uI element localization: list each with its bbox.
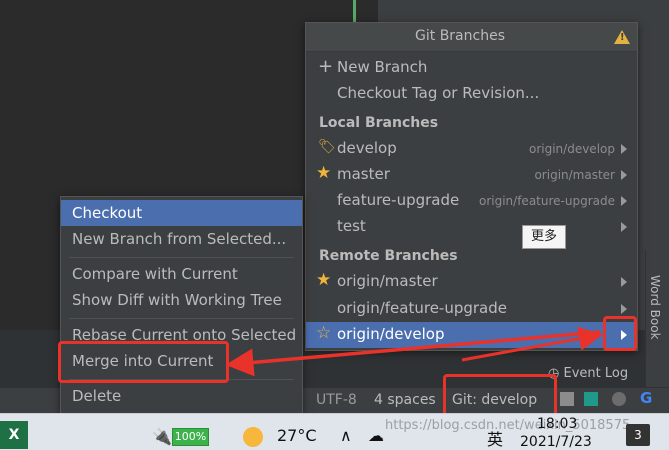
remote-branch-origin-master[interactable]: ★ origin/master	[306, 269, 637, 295]
local-branch-feature-upgrade[interactable]: feature-upgrade origin/feature-upgrade	[306, 188, 637, 214]
menu-item-label: Checkout	[72, 204, 143, 222]
submenu-arrow-icon	[621, 277, 627, 287]
popup-header: Git Branches !	[306, 23, 637, 52]
submenu-arrow-icon	[621, 196, 627, 206]
submenu-arrow-icon	[621, 170, 627, 180]
branch-name: feature-upgrade	[337, 191, 460, 209]
tracking-branch: origin/feature-upgrade	[479, 194, 615, 208]
star-icon: ★	[316, 163, 332, 183]
menu-item-label: Compare with Current	[72, 265, 238, 283]
popup-title: Git Branches	[415, 28, 505, 44]
google-icon[interactable]: G	[640, 389, 652, 407]
cloud-icon[interactable]: ☁	[368, 426, 384, 445]
menu-separator	[69, 318, 294, 319]
branch-name: origin/master	[337, 272, 438, 290]
excel-icon[interactable]: X	[0, 421, 28, 449]
menu-item-delete[interactable]: Delete	[61, 383, 302, 409]
inspector-icon[interactable]	[612, 392, 626, 406]
weather-sun-icon[interactable]	[243, 427, 263, 447]
menu-item-compare-with-current[interactable]: Compare with Current	[61, 261, 302, 287]
menu-item-label: Show Diff with Working Tree	[72, 291, 282, 309]
more-tooltip: 更多	[522, 225, 566, 249]
encoding-indicator[interactable]: UTF-8	[316, 392, 357, 408]
temperature-label[interactable]: 27°C	[277, 426, 317, 445]
star-icon: ★	[316, 270, 332, 290]
menu-item-new-branch-from-selected[interactable]: New Branch from Selected...	[61, 226, 302, 252]
annotation-box-arrow	[603, 316, 637, 351]
submenu-arrow-icon	[621, 144, 627, 154]
branch-name: origin/develop	[337, 325, 445, 343]
word-book-tool-button[interactable]: Word Book	[648, 275, 662, 340]
local-branch-develop[interactable]: 🏷 develop origin/develop	[306, 136, 637, 162]
remote-branches-header: Remote Branches	[319, 248, 458, 264]
clock-date[interactable]: 2021/7/23	[520, 434, 592, 450]
branch-name: test	[337, 217, 366, 235]
power-plug-icon: 🔌	[152, 427, 172, 446]
plus-icon: +	[318, 56, 334, 77]
menu-item-label: Delete	[72, 387, 122, 405]
event-log-label: Event Log	[563, 366, 629, 381]
menu-item-label: New Branch from Selected...	[72, 230, 287, 248]
local-branch-test[interactable]: test	[306, 214, 637, 240]
ime-indicator[interactable]: 英	[487, 426, 503, 450]
branch-name: develop	[337, 139, 397, 157]
new-branch-label: New Branch	[337, 58, 428, 76]
submenu-arrow-icon	[621, 304, 627, 314]
terminal-icon[interactable]	[584, 392, 598, 406]
blog-watermark: https://blog.csdn.net/weixin_5018575	[385, 418, 631, 433]
git-branches-popup: Git Branches ! + New Branch Checkout Tag…	[305, 22, 638, 351]
tag-icon: 🏷	[318, 139, 336, 155]
star-outline-icon: ☆	[316, 323, 332, 343]
notification-center-icon[interactable]: 3	[626, 424, 650, 446]
remote-branch-origin-develop[interactable]: ☆ origin/develop	[306, 322, 637, 348]
annotation-box-merge	[58, 341, 229, 383]
branch-name: origin/feature-upgrade	[337, 299, 507, 317]
menu-separator	[69, 257, 294, 258]
menu-item-show-diff[interactable]: Show Diff with Working Tree	[61, 287, 302, 313]
event-log-button[interactable]: ◷ Event Log	[548, 366, 628, 381]
local-branch-master[interactable]: ★ master origin/master	[306, 162, 637, 188]
menu-item-checkout[interactable]: Checkout	[61, 200, 302, 226]
tracking-branch: origin/develop	[529, 142, 615, 156]
editor-marker	[353, 0, 356, 24]
warning-icon[interactable]: !	[614, 30, 630, 44]
branch-name: master	[337, 165, 390, 183]
chevron-up-icon[interactable]: ∧	[340, 426, 352, 445]
submenu-arrow-icon	[621, 222, 627, 232]
battery-indicator[interactable]: 100%	[172, 428, 209, 446]
new-branch-action[interactable]: + New Branch	[306, 55, 637, 81]
indent-indicator[interactable]: 4 spaces	[374, 392, 436, 408]
checkout-tag-action[interactable]: Checkout Tag or Revision...	[306, 81, 637, 107]
local-branches-header: Local Branches	[319, 115, 439, 131]
lock-icon[interactable]	[560, 392, 574, 406]
remote-branch-origin-feature-upgrade[interactable]: origin/feature-upgrade	[306, 296, 637, 322]
checkout-tag-label: Checkout Tag or Revision...	[337, 84, 540, 102]
tracking-branch: origin/master	[534, 168, 615, 182]
clock-time[interactable]: 18:03	[537, 416, 577, 432]
